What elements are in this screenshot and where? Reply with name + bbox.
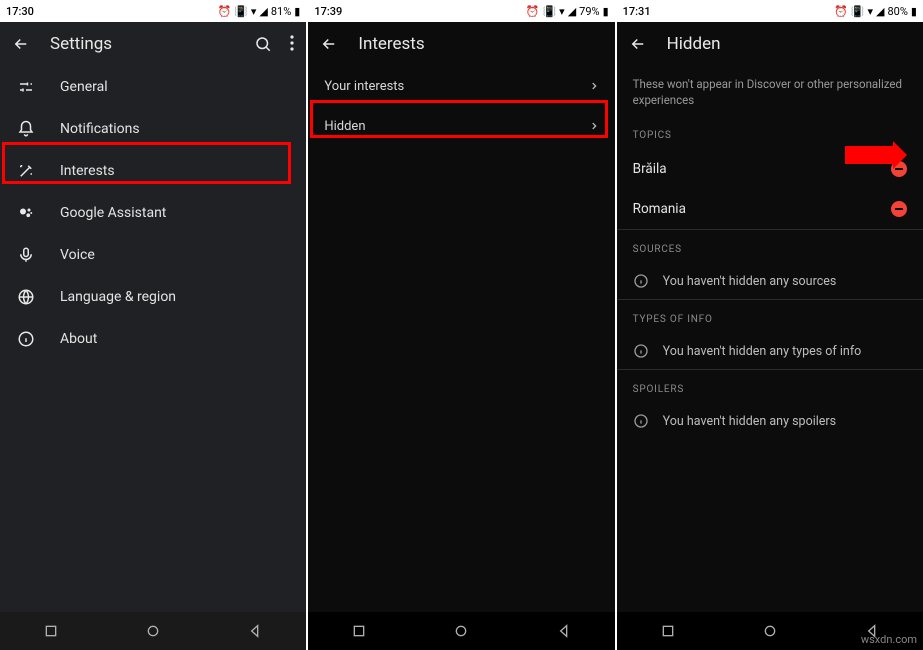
highlight-hidden	[310, 100, 608, 138]
signal-icon: ◢	[568, 5, 576, 18]
app-bar: Hidden	[617, 22, 923, 66]
item-label: About	[60, 331, 97, 347]
nav-home-icon[interactable]	[762, 623, 778, 639]
topic-row-romania: Romania	[617, 189, 923, 229]
screenshot-hidden: 17:31 ⏰ 📳 ▾ ◢ 80% ▮ Hidden These won't a…	[617, 0, 923, 650]
battery-icon: ▮	[911, 5, 917, 18]
nav-back-icon[interactable]	[247, 623, 263, 639]
battery-text: 81%	[271, 5, 291, 18]
status-time: 17:30	[6, 5, 34, 18]
wifi-icon: ▾	[868, 5, 874, 18]
app-bar: Interests	[308, 22, 614, 66]
item-label: General	[60, 79, 108, 95]
back-icon[interactable]	[629, 35, 647, 53]
settings-item-language[interactable]: Language & region	[0, 276, 306, 318]
interests-list: Your interests Hidden	[308, 66, 614, 612]
topic-label: Romania	[633, 201, 686, 217]
page-title: Interests	[358, 34, 602, 54]
nav-recent-icon[interactable]	[660, 623, 676, 639]
back-icon[interactable]	[12, 35, 30, 53]
spoilers-empty: You haven't hidden any spoilers	[617, 403, 923, 439]
empty-text: You haven't hidden any sources	[663, 274, 837, 289]
status-time: 17:31	[623, 5, 651, 18]
battery-icon: ▮	[603, 5, 609, 18]
back-icon[interactable]	[320, 35, 338, 53]
item-label: Language & region	[60, 289, 176, 305]
info-icon	[633, 413, 649, 429]
vibrate-icon: 📳	[542, 5, 556, 18]
info-icon	[633, 343, 649, 359]
settings-item-voice[interactable]: Voice	[0, 234, 306, 276]
globe-icon	[16, 288, 36, 306]
empty-text: You haven't hidden any spoilers	[663, 414, 836, 429]
topic-label: Brăila	[633, 161, 667, 177]
signal-icon: ◢	[259, 5, 267, 18]
empty-text: You haven't hidden any types of info	[663, 344, 862, 359]
wifi-icon: ▾	[251, 5, 257, 18]
battery-icon: ▮	[294, 5, 300, 18]
item-label: Notifications	[60, 121, 140, 137]
nav-bar	[308, 612, 614, 650]
nav-recent-icon[interactable]	[43, 623, 59, 639]
screenshot-interests: 17:39 ⏰ 📳 ▾ ◢ 79% ▮ Interests Your inter…	[308, 0, 614, 650]
chevron-right-icon	[589, 81, 599, 91]
bell-icon	[16, 120, 36, 138]
remove-button[interactable]	[891, 201, 907, 217]
section-spoilers-label: SPOILERS	[617, 370, 923, 403]
settings-item-general[interactable]: General	[0, 66, 306, 108]
highlight-interests	[2, 142, 291, 184]
status-icons: ⏰ 📳 ▾ ◢ 79% ▮	[526, 5, 609, 18]
info-icon	[16, 330, 36, 348]
mic-icon	[16, 246, 36, 264]
nav-back-icon[interactable]	[556, 623, 572, 639]
alarm-icon: ⏰	[217, 5, 231, 18]
section-topics-label: TOPICS	[617, 116, 923, 149]
screenshot-settings: 17:30 ⏰ 📳 ▾ ◢ 81% ▮ Settings General	[0, 0, 306, 650]
page-title: Hidden	[667, 34, 911, 54]
battery-text: 80%	[888, 5, 908, 18]
nav-home-icon[interactable]	[453, 623, 469, 639]
status-time: 17:39	[314, 5, 342, 18]
wifi-icon: ▾	[559, 5, 565, 18]
search-icon[interactable]	[254, 35, 272, 53]
watermark: wsxdn.com	[861, 633, 917, 646]
page-title: Settings	[50, 34, 234, 54]
app-bar: Settings	[0, 22, 306, 66]
info-icon	[633, 273, 649, 289]
status-bar: 17:30 ⏰ 📳 ▾ ◢ 81% ▮	[0, 0, 306, 22]
item-label: Google Assistant	[60, 205, 166, 221]
annotation-arrow	[845, 146, 895, 164]
status-icons: ⏰ 📳 ▾ ◢ 81% ▮	[217, 5, 300, 18]
alarm-icon: ⏰	[834, 5, 848, 18]
section-types-label: TYPES OF INFO	[617, 300, 923, 333]
types-empty: You haven't hidden any types of info	[617, 333, 923, 369]
assistant-icon	[16, 204, 36, 222]
nav-bar	[0, 612, 306, 650]
tune-icon	[16, 78, 36, 96]
battery-text: 79%	[579, 5, 599, 18]
settings-item-about[interactable]: About	[0, 318, 306, 360]
vibrate-icon: 📳	[851, 5, 865, 18]
settings-item-assistant[interactable]: Google Assistant	[0, 192, 306, 234]
sources-empty: You haven't hidden any sources	[617, 263, 923, 299]
signal-icon: ◢	[876, 5, 884, 18]
status-bar: 17:39 ⏰ 📳 ▾ ◢ 79% ▮	[308, 0, 614, 22]
nav-home-icon[interactable]	[145, 623, 161, 639]
status-bar: 17:31 ⏰ 📳 ▾ ◢ 80% ▮	[617, 0, 923, 22]
alarm-icon: ⏰	[526, 5, 540, 18]
status-icons: ⏰ 📳 ▾ ◢ 80% ▮	[834, 5, 917, 18]
row-label: Your interests	[324, 79, 404, 94]
section-sources-label: SOURCES	[617, 230, 923, 263]
vibrate-icon: 📳	[234, 5, 248, 18]
more-icon[interactable]	[290, 35, 294, 53]
nav-recent-icon[interactable]	[351, 623, 367, 639]
item-label: Voice	[60, 247, 95, 263]
hidden-subtitle: These won't appear in Discover or other …	[617, 66, 923, 116]
